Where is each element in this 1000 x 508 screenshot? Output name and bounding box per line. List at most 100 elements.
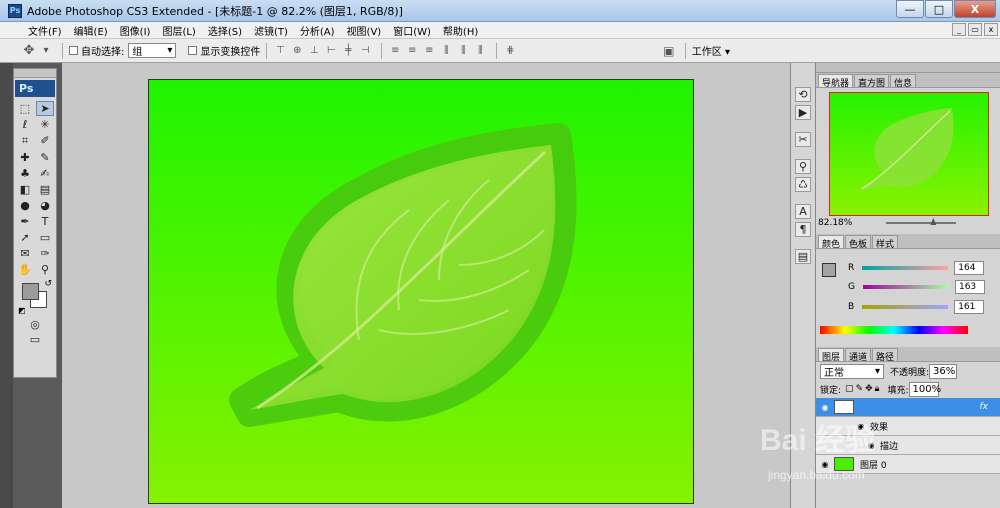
slice-tool-icon[interactable]: ✐: [36, 133, 54, 148]
type-tool-icon[interactable]: T: [36, 214, 54, 229]
menu-analysis[interactable]: 分析(A): [294, 23, 341, 38]
path-select-tool-icon[interactable]: ➚: [16, 230, 34, 245]
doc-minimize-icon[interactable]: _: [952, 23, 966, 36]
auto-select-dropdown[interactable]: 组 ▾: [128, 43, 177, 58]
hand-tool-icon[interactable]: ✋: [16, 262, 34, 277]
zoom-slider[interactable]: [886, 218, 957, 225]
notes-tool-icon[interactable]: ✉: [16, 246, 34, 261]
tool-presets-icon[interactable]: ✂: [795, 132, 811, 147]
auto-align-icon[interactable]: ⋕: [503, 44, 517, 58]
tab-styles[interactable]: 样式: [872, 235, 899, 250]
tab-layers[interactable]: 图层: [818, 348, 845, 363]
fill-input[interactable]: 100%: [908, 381, 941, 397]
channel-b-slider[interactable]: [862, 305, 949, 309]
quick-mask-icon[interactable]: ◎: [26, 317, 44, 332]
eyedropper-tool-icon[interactable]: ✑: [36, 246, 54, 261]
distribute-left-icon[interactable]: ⫼: [439, 44, 453, 58]
color-spectrum-bar[interactable]: [820, 326, 968, 334]
channel-g-input[interactable]: 163: [954, 280, 985, 294]
align-top-icon[interactable]: ⊤: [273, 44, 287, 58]
eye-icon[interactable]: ◉: [819, 401, 831, 413]
lock-all-icon[interactable]: 🔒︎: [875, 384, 880, 394]
bridge-icon[interactable]: ▣: [662, 44, 676, 58]
menu-window[interactable]: 窗口(W): [387, 23, 437, 38]
tab-paths[interactable]: 路径: [872, 348, 899, 363]
distribute-top-icon[interactable]: ≡: [388, 44, 402, 58]
opacity-input[interactable]: 36%: [929, 363, 958, 379]
menu-select[interactable]: 选择(S): [202, 23, 248, 38]
brush-tool-icon[interactable]: ✎: [36, 150, 54, 165]
tab-swatches[interactable]: 色板: [845, 235, 872, 250]
move-tool-preset-icon[interactable]: ✥: [22, 43, 36, 58]
healing-brush-tool-icon[interactable]: ✚: [16, 150, 34, 165]
foreground-color-swatch[interactable]: [22, 282, 39, 300]
menu-image[interactable]: 图像(I): [114, 23, 157, 38]
character-panel-icon[interactable]: A: [795, 204, 811, 219]
actions-panel-icon[interactable]: ▶: [795, 105, 811, 120]
align-left-icon[interactable]: ⊢: [324, 44, 338, 58]
tab-histogram[interactable]: 直方图: [854, 74, 890, 89]
screen-mode-icon[interactable]: ▭: [26, 332, 44, 347]
history-panel-icon[interactable]: ⟲: [795, 87, 811, 102]
menu-file[interactable]: 文件(F): [22, 23, 68, 38]
channel-r-slider[interactable]: [862, 266, 949, 270]
lasso-tool-icon[interactable]: ℓ: [16, 117, 34, 132]
dodge-tool-icon[interactable]: ◕: [36, 198, 54, 213]
blend-mode-dropdown[interactable]: 正常 ▾: [820, 363, 884, 379]
distribute-hcenter-icon[interactable]: ⫼: [456, 44, 470, 58]
tab-channels[interactable]: 通道: [845, 348, 872, 363]
channel-b-input[interactable]: 161: [954, 300, 985, 314]
chevron-down-icon[interactable]: ▾: [39, 44, 53, 58]
zoom-slider-thumb[interactable]: [930, 218, 937, 225]
paragraph-panel-icon[interactable]: ¶: [795, 222, 811, 237]
menu-filter[interactable]: 滤镜(T): [248, 23, 294, 38]
history-brush-tool-icon[interactable]: ✍: [36, 166, 54, 181]
close-button[interactable]: X: [954, 0, 996, 18]
eraser-tool-icon[interactable]: ◧: [16, 182, 34, 197]
distribute-bottom-icon[interactable]: ≡: [422, 44, 436, 58]
zoom-tool-icon[interactable]: ⚲: [36, 262, 54, 277]
workspace-button[interactable]: 工作区 ▾: [692, 43, 730, 58]
align-vcenter-icon[interactable]: ⊕: [290, 44, 304, 58]
pen-tool-icon[interactable]: ✒: [16, 214, 34, 229]
align-bottom-icon[interactable]: ⊥: [307, 44, 321, 58]
shape-tool-icon[interactable]: ▭: [36, 230, 54, 245]
toolbox-grip[interactable]: [14, 69, 56, 78]
document-canvas[interactable]: [148, 79, 694, 504]
clone-source-icon[interactable]: ♺: [795, 177, 811, 192]
magic-wand-tool-icon[interactable]: ✳: [36, 117, 54, 132]
fx-icon[interactable]: fx: [980, 402, 989, 412]
doc-restore-icon[interactable]: ▭: [968, 23, 982, 36]
panel-grip[interactable]: [816, 63, 1000, 73]
distribute-vcenter-icon[interactable]: ≡: [405, 44, 419, 58]
channel-r-input[interactable]: 164: [954, 261, 985, 275]
clone-stamp-tool-icon[interactable]: ♣: [16, 166, 34, 181]
show-transform-checkbox[interactable]: [188, 46, 198, 55]
maximize-button[interactable]: □: [925, 0, 953, 18]
color-fg-swatch[interactable]: [822, 263, 836, 277]
lock-pixels-icon[interactable]: ✎: [856, 384, 864, 394]
crop-tool-icon[interactable]: ⌗: [16, 134, 34, 149]
brushes-panel-icon[interactable]: ⚲: [795, 159, 811, 174]
menu-help[interactable]: 帮助(H): [437, 23, 484, 38]
menu-edit[interactable]: 编辑(E): [68, 23, 114, 38]
lock-position-icon[interactable]: ✥: [865, 384, 873, 394]
doc-close-icon[interactable]: x: [984, 23, 998, 36]
align-right-icon[interactable]: ⊣: [358, 44, 372, 58]
tab-color[interactable]: 颜色: [818, 235, 845, 250]
default-colors-icon[interactable]: ◩: [18, 306, 26, 315]
lock-transparent-icon[interactable]: ▢: [845, 384, 854, 394]
distribute-right-icon[interactable]: ⫼: [473, 44, 487, 58]
channel-g-slider[interactable]: [862, 285, 949, 289]
gradient-tool-icon[interactable]: ▤: [36, 182, 54, 197]
menu-view[interactable]: 视图(V): [341, 23, 388, 38]
tab-info[interactable]: 信息: [890, 74, 917, 89]
align-hcenter-icon[interactable]: ╪: [341, 44, 355, 58]
minimize-button[interactable]: —: [896, 0, 924, 18]
blur-tool-icon[interactable]: ●: [16, 198, 34, 213]
menu-layer[interactable]: 图层(L): [156, 23, 201, 38]
marquee-tool-icon[interactable]: ⬚: [16, 101, 34, 116]
tab-navigator[interactable]: 导航器: [818, 74, 854, 89]
auto-select-checkbox[interactable]: [69, 46, 78, 55]
swap-colors-icon[interactable]: ↺: [44, 279, 52, 289]
